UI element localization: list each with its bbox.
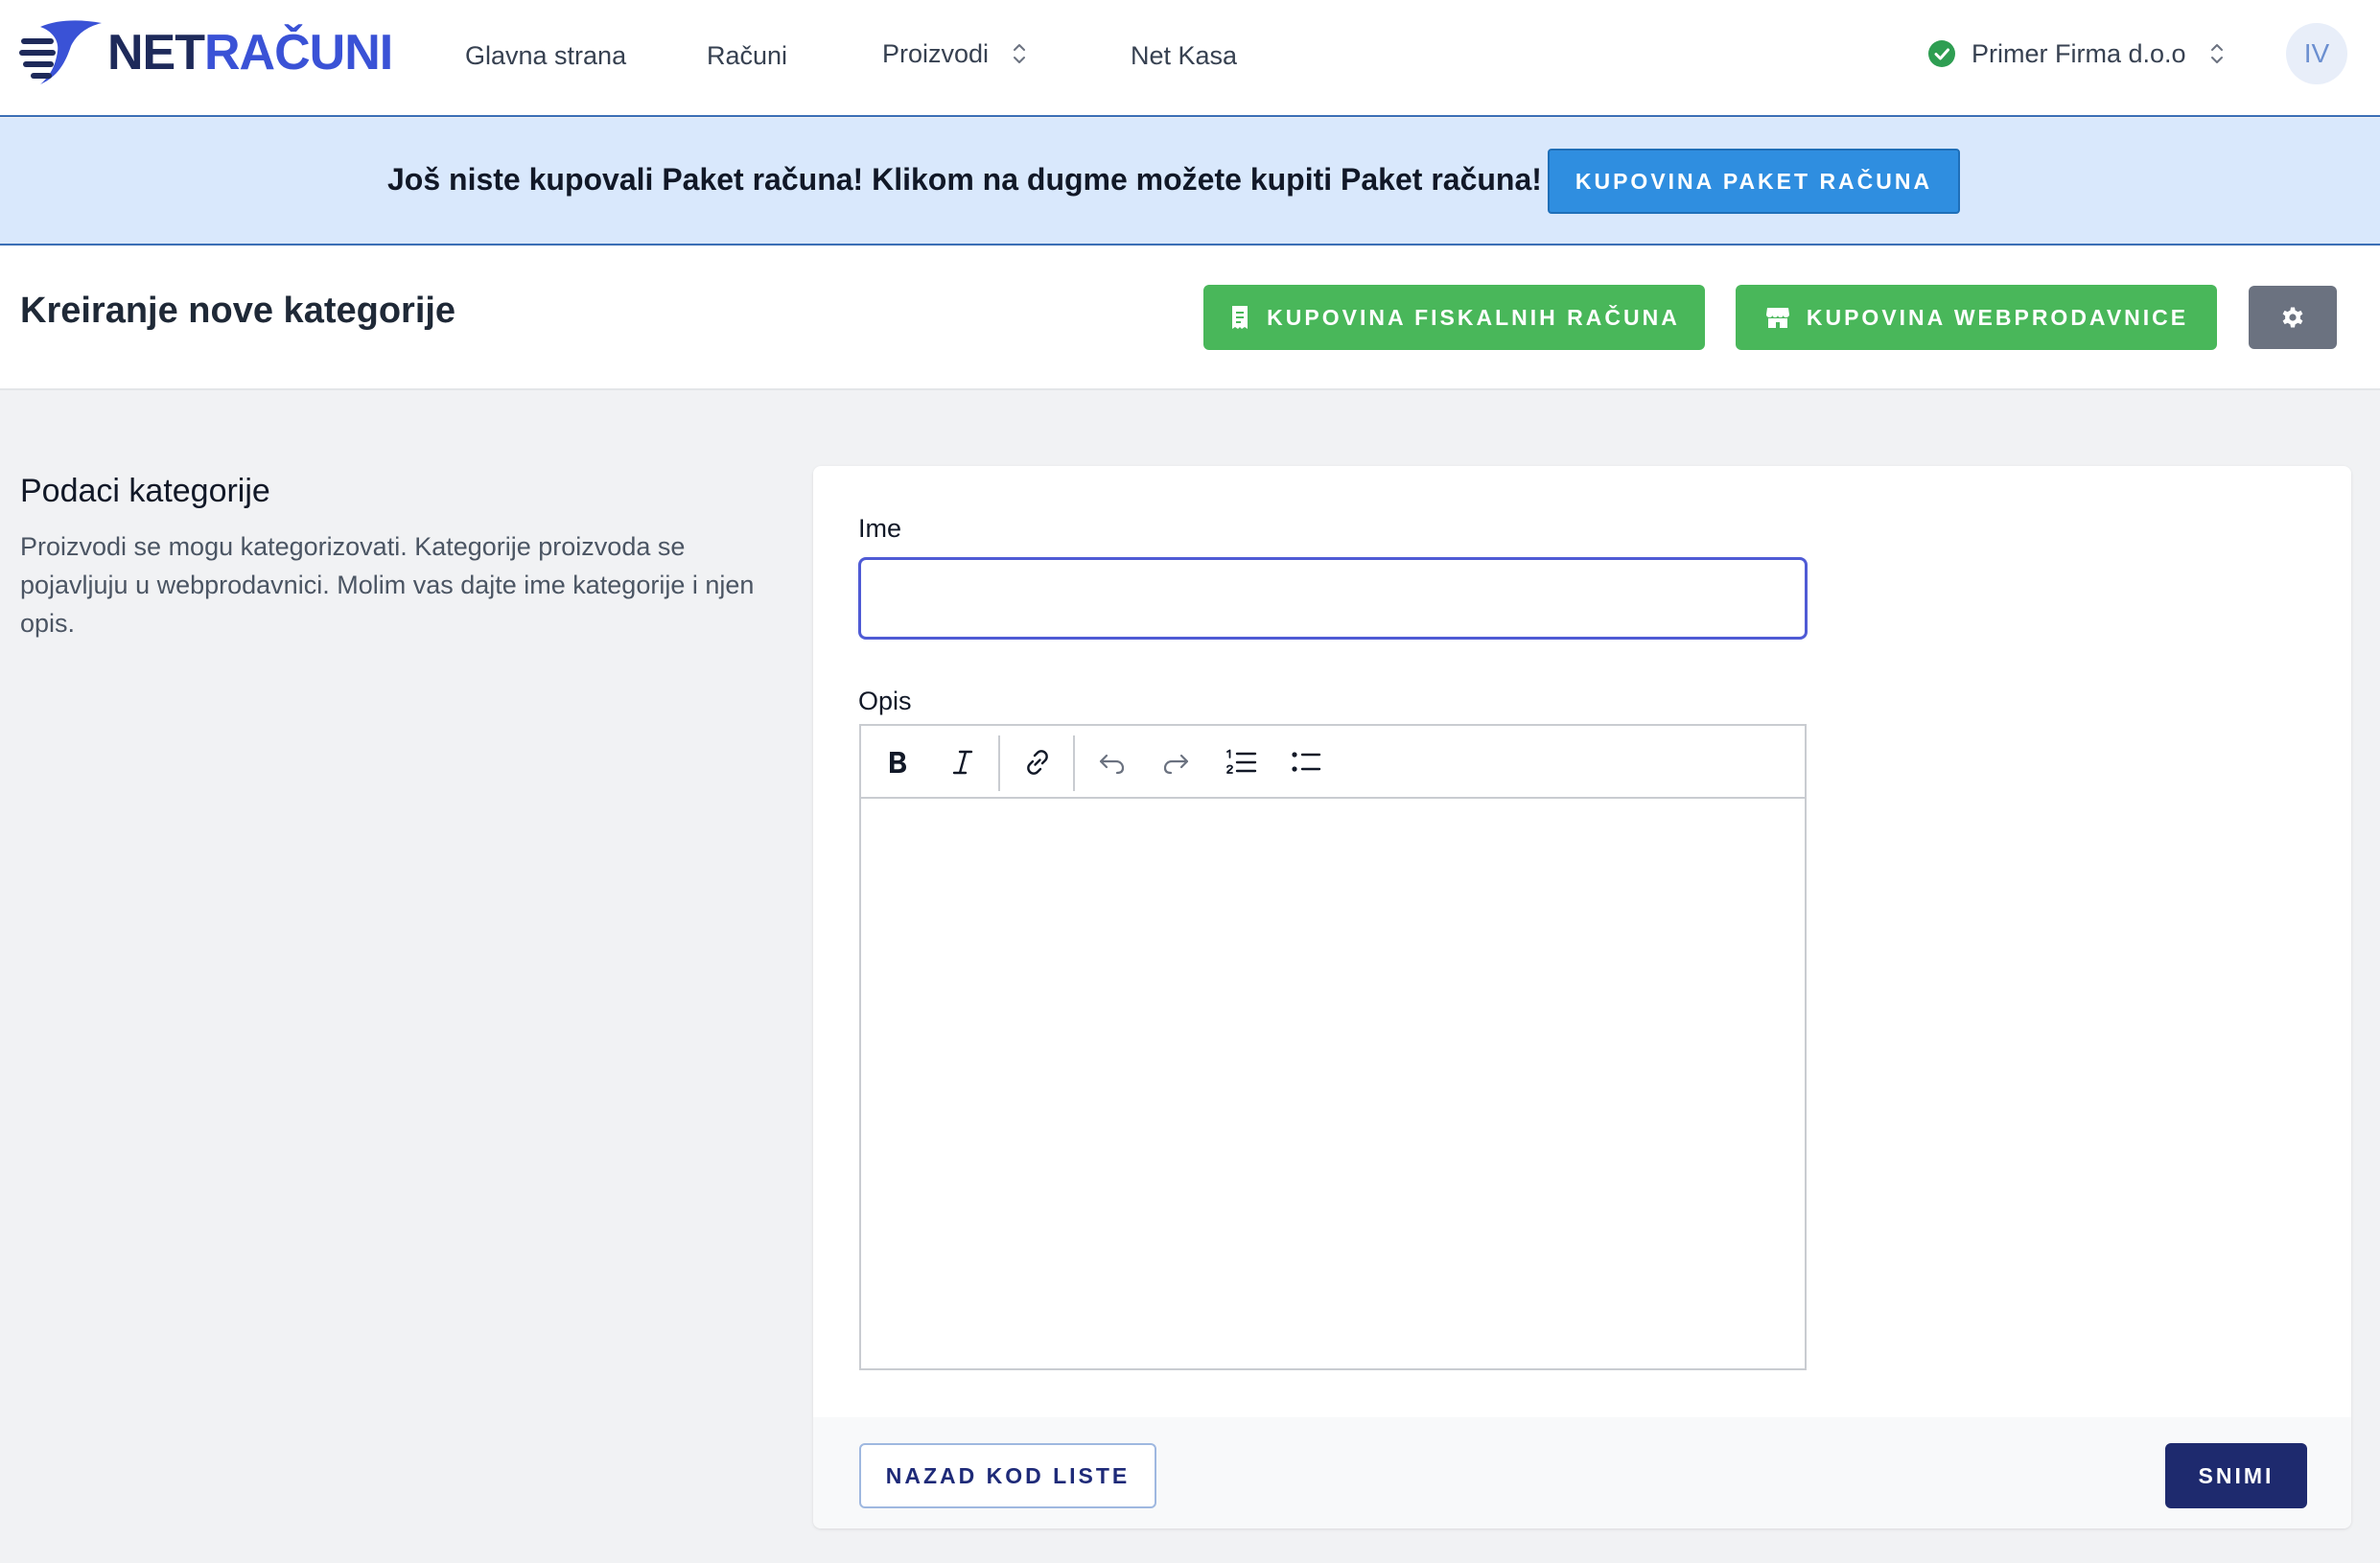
- description-label: Opis: [858, 687, 912, 715]
- ordered-list-icon: [1226, 749, 1257, 774]
- bold-button[interactable]: [875, 739, 921, 785]
- undo-button[interactable]: [1089, 739, 1135, 785]
- gear-icon: [2282, 307, 2303, 328]
- form-footer: NAZAD KOD LISTE SNIMI: [813, 1417, 2351, 1528]
- company-name: Primer Firma d.o.o: [1972, 38, 2186, 68]
- ordered-list-button[interactable]: [1218, 739, 1264, 785]
- category-form-card: Ime Opis NAZAD KOD LISTE SNIMI: [813, 466, 2351, 1528]
- buy-webshop-button[interactable]: KUPOVINA WEBPRODAVNICE: [1736, 285, 2217, 350]
- nav-item-net-kasa[interactable]: Net Kasa: [1131, 36, 1237, 75]
- name-input[interactable]: [858, 557, 1808, 640]
- link-icon: [1027, 750, 1048, 775]
- receipt-icon: [1232, 306, 1248, 329]
- nav-item-label: Glavna strana: [465, 41, 627, 70]
- section-description: Proizvodi se mogu kategorizovati. Katego…: [20, 532, 755, 638]
- italic-button[interactable]: [940, 739, 986, 785]
- buy-package-button[interactable]: KUPOVINA PAKET RAČUNA: [1548, 149, 1960, 214]
- avatar-initials: IV: [2303, 38, 2330, 68]
- bullet-list-icon: [1292, 752, 1321, 772]
- avatar[interactable]: IV: [2286, 23, 2347, 84]
- page-header: Kreiranje nove kategorije KUPOVINA FISKA…: [0, 246, 2380, 390]
- description-editor-content[interactable]: [861, 801, 1805, 1368]
- chevron-updown-icon: [2210, 44, 2223, 63]
- back-to-list-button[interactable]: NAZAD KOD LISTE: [859, 1443, 1156, 1508]
- redo-button[interactable]: [1153, 739, 1199, 785]
- buy-fiscal-receipts-button[interactable]: KUPOVINA FISKALNIH RAČUNA: [1203, 285, 1705, 350]
- nav-item-racuni[interactable]: Računi: [707, 36, 787, 75]
- nav-item-glavna-strana[interactable]: Glavna strana: [465, 36, 626, 75]
- chevron-updown-icon: [1014, 44, 1026, 63]
- section-title: Podaci kategorije: [20, 473, 270, 509]
- redo-icon: [1163, 754, 1189, 775]
- logo-text: NETRAČUNI: [107, 25, 393, 81]
- undo-icon: [1099, 754, 1125, 775]
- banner-text: Još niste kupovali Paket računa! Klikom …: [387, 162, 1542, 197]
- nav-item-label: Net Kasa: [1131, 41, 1238, 70]
- logo[interactable]: NETRAČUNI: [19, 17, 393, 88]
- name-label: Ime: [858, 514, 902, 543]
- bullet-list-button[interactable]: [1283, 739, 1329, 785]
- bold-icon: [890, 752, 906, 773]
- italic-icon: [952, 750, 973, 775]
- check-circle-icon: [1928, 40, 1955, 67]
- settings-button[interactable]: [2249, 286, 2337, 349]
- button-label: KUPOVINA WEBPRODAVNICE: [1806, 304, 2189, 330]
- nav-item-proizvodi[interactable]: Proizvodi: [882, 35, 1029, 73]
- page-title: Kreiranje nove kategorije: [20, 291, 456, 331]
- promo-banner: Još niste kupovali Paket računa! Klikom …: [0, 118, 2380, 245]
- nav-item-label: Računi: [707, 41, 788, 70]
- store-icon: [1765, 308, 1789, 328]
- nav-item-label: Proizvodi: [882, 39, 990, 68]
- editor-toolbar: [861, 726, 1805, 799]
- top-navigation: NETRAČUNI Glavna strana Računi Proizvodi…: [0, 0, 2380, 117]
- button-label: KUPOVINA FISKALNIH RAČUNA: [1267, 304, 1680, 330]
- company-switcher[interactable]: Primer Firma d.o.o: [1927, 35, 2227, 73]
- link-button[interactable]: [1015, 739, 1061, 785]
- logo-swoosh-icon: [19, 20, 102, 85]
- save-button[interactable]: SNIMI: [2165, 1443, 2307, 1508]
- description-editor: [859, 724, 1807, 1370]
